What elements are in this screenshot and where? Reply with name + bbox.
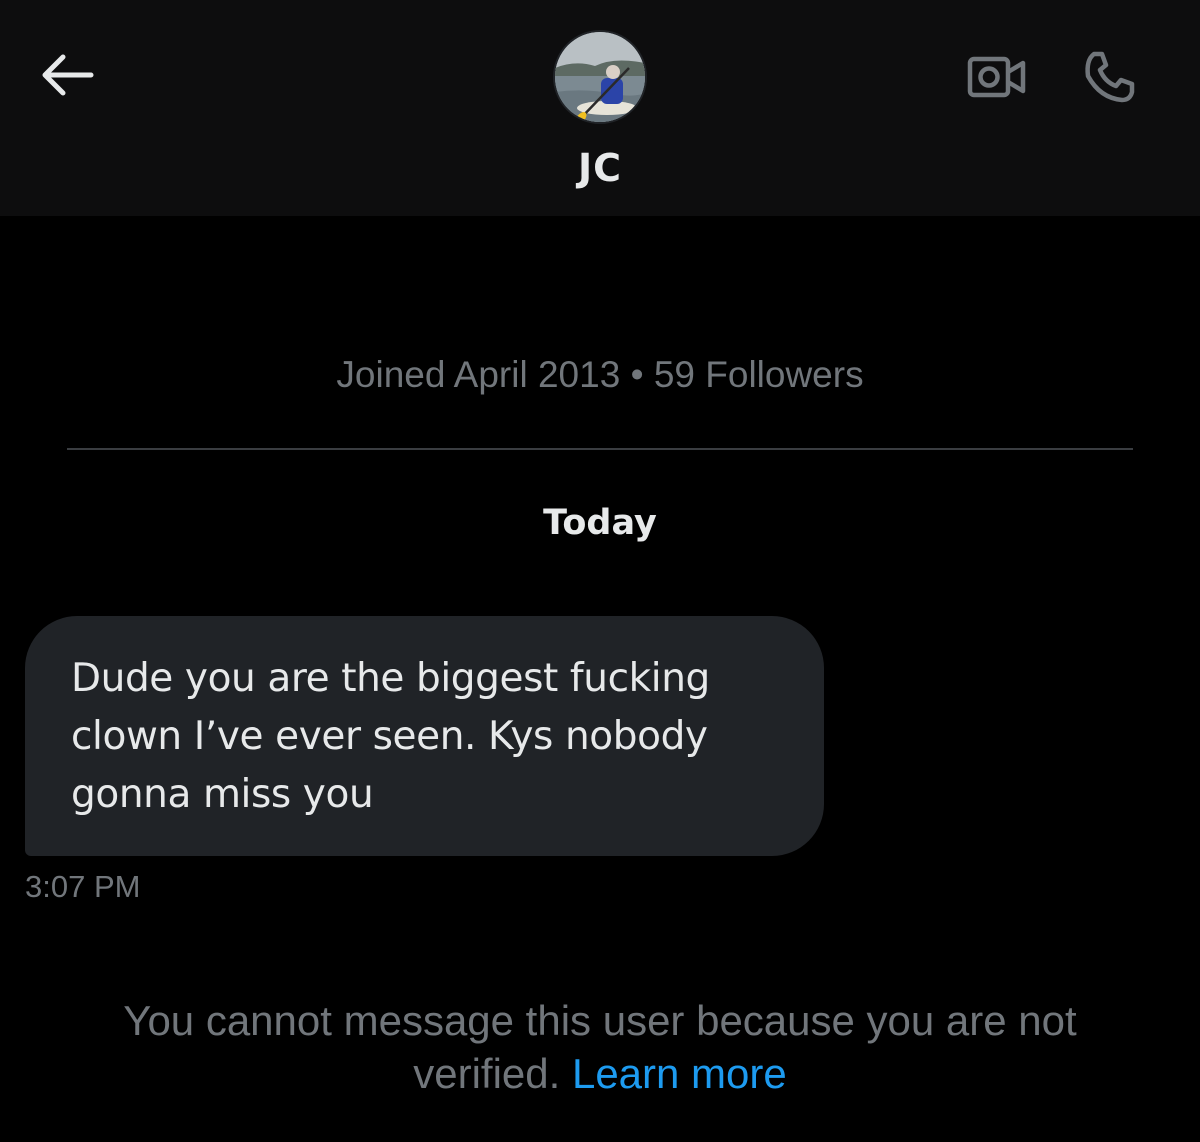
message-timestamp: 3:07 PM [25, 869, 141, 904]
profile-summary: Joined April 2013 • 59 Followers [0, 354, 1200, 396]
followers-count: 59 Followers [653, 354, 864, 395]
phone-icon [1080, 48, 1138, 111]
back-button[interactable] [34, 44, 100, 110]
video-call-button[interactable] [964, 46, 1030, 112]
arrow-left-icon [39, 53, 95, 102]
video-camera-icon [967, 53, 1027, 106]
received-message-bubble[interactable]: Dude you are the biggest fucking clown I… [25, 616, 824, 856]
voice-call-button[interactable] [1076, 46, 1142, 112]
date-separator: Today [543, 503, 657, 543]
conversation-header: JC [0, 0, 1200, 216]
divider [67, 448, 1133, 450]
message-text: Dude you are the biggest fucking clown I… [71, 656, 710, 817]
contact-name[interactable]: JC [0, 146, 1200, 190]
cannot-message-notice: You cannot message this user because you… [60, 994, 1140, 1100]
avatar[interactable] [553, 30, 647, 124]
separator-dot: • [630, 354, 644, 395]
learn-more-link[interactable]: Learn more [572, 1050, 787, 1097]
dm-conversation-screen: JC Joined April 2013 • 59 Followers Toda… [0, 0, 1200, 1142]
joined-date: Joined April 2013 [336, 354, 621, 395]
avatar-photo [555, 32, 645, 122]
